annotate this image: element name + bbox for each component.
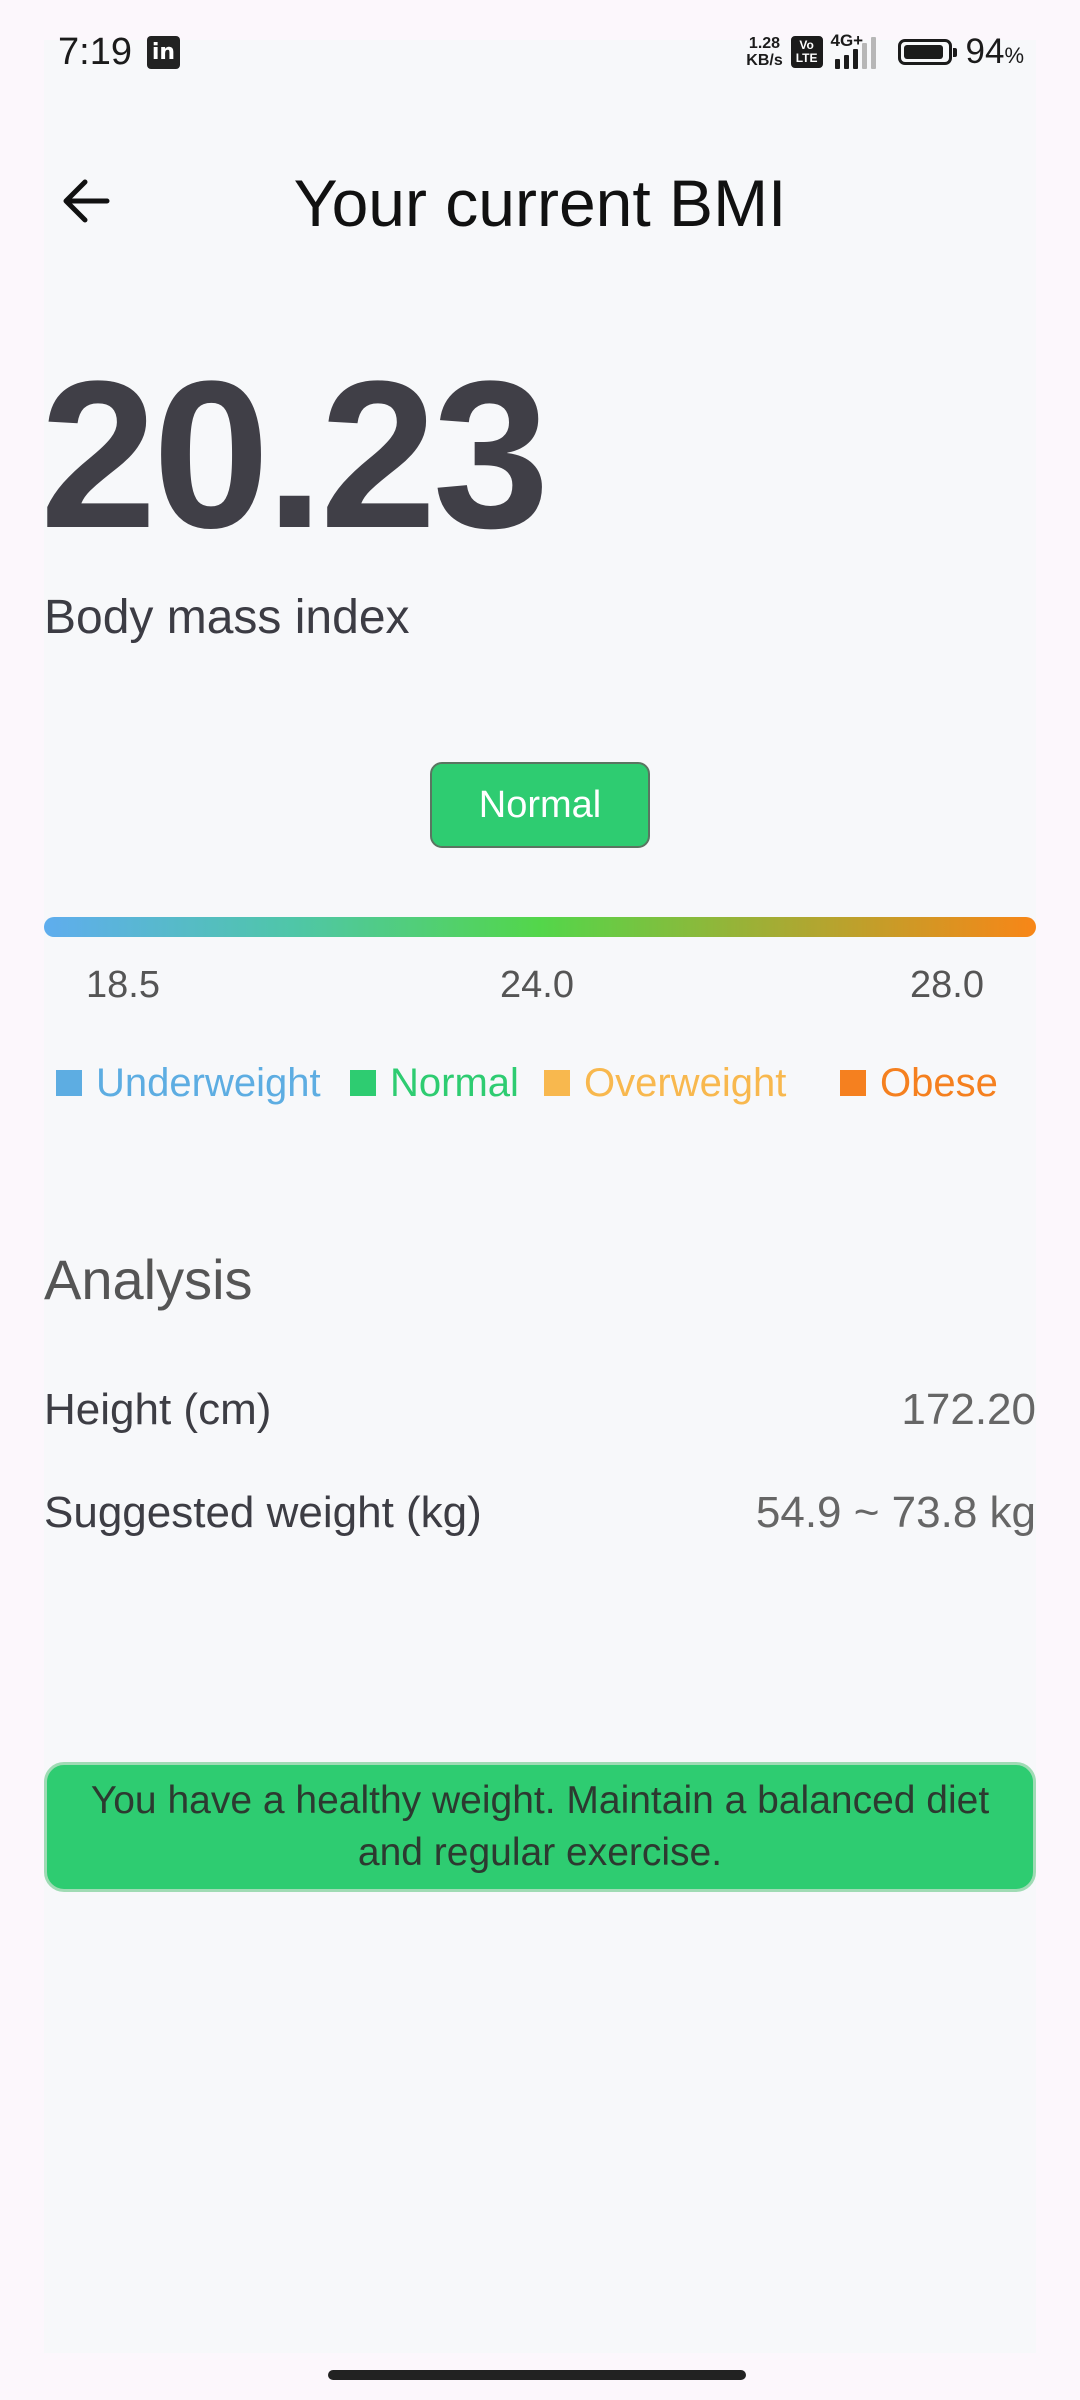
signal-bar [870,37,876,69]
legend-swatch [350,1070,376,1096]
bmi-gauge-bar [44,917,1036,937]
network-speed-unit: KB/s [746,52,783,69]
legend-item-obese: Obese [840,1055,998,1111]
home-indicator[interactable] [328,2370,746,2380]
linkedin-icon: in [147,36,180,69]
network-type: 4G+ [830,31,864,50]
status-bar: 7:19 in 1.28 KB/s Vo LTE 4G+ 94% [0,0,1080,104]
network-speed-value: 1.28 [748,35,781,52]
signal-bar [843,55,849,69]
legend-swatch [544,1070,570,1096]
gauge-tick: 18.5 [86,964,160,1006]
analysis-row-weight: Suggested weight (kg) 54.9 ~ 73.8 kg [44,1483,1036,1543]
battery-fill [903,45,943,59]
advice-text: You have a healthy weight. Maintain a ba… [90,1779,990,1874]
suggested-weight-value: 54.9 ~ 73.8 kg [755,1488,1036,1537]
signal-bar [852,49,858,69]
battery-percent-value: 94 [965,32,1005,71]
analysis-row-height: Height (cm) 172.20 [44,1380,1036,1440]
category-badge: Normal [430,762,650,848]
volte-icon: Vo LTE [790,36,823,68]
analysis-title: Analysis [44,1248,253,1311]
legend-swatch [56,1070,82,1096]
legend-label: Normal [390,1061,519,1105]
gauge-tick: 28.0 [910,964,984,1006]
battery-percent-sign: % [1004,43,1024,68]
legend-item-normal: Normal [350,1055,519,1111]
legend-swatch [840,1070,866,1096]
signal-icon: 4G+ [831,31,876,69]
legend-label: Obese [880,1061,998,1105]
status-time: 7:19 [58,31,132,73]
legend-item-underweight: Underweight [56,1055,321,1111]
battery-percent: 94% [966,32,1025,72]
suggested-weight-label: Suggested weight (kg) [44,1488,482,1537]
advice-box: You have a healthy weight. Maintain a ba… [44,1762,1036,1892]
bmi-caption: Body mass index [44,591,410,644]
legend-label: Overweight [584,1061,787,1105]
legend-label: Underweight [96,1061,321,1105]
signal-bar [834,59,840,69]
height-label: Height (cm) [44,1385,272,1434]
network-speed: 1.28 KB/s [746,35,782,69]
height-value: 172.20 [901,1385,1036,1434]
gauge-tick: 24.0 [500,964,574,1006]
page-title: Your current BMI [293,166,787,240]
volte-bottom: LTE [795,51,818,65]
bmi-value: 20.23 [40,337,550,572]
legend-item-overweight: Overweight [544,1055,786,1111]
status-indicators: 1.28 KB/s Vo LTE 4G+ 94% [746,30,1024,74]
battery-icon [897,39,957,65]
